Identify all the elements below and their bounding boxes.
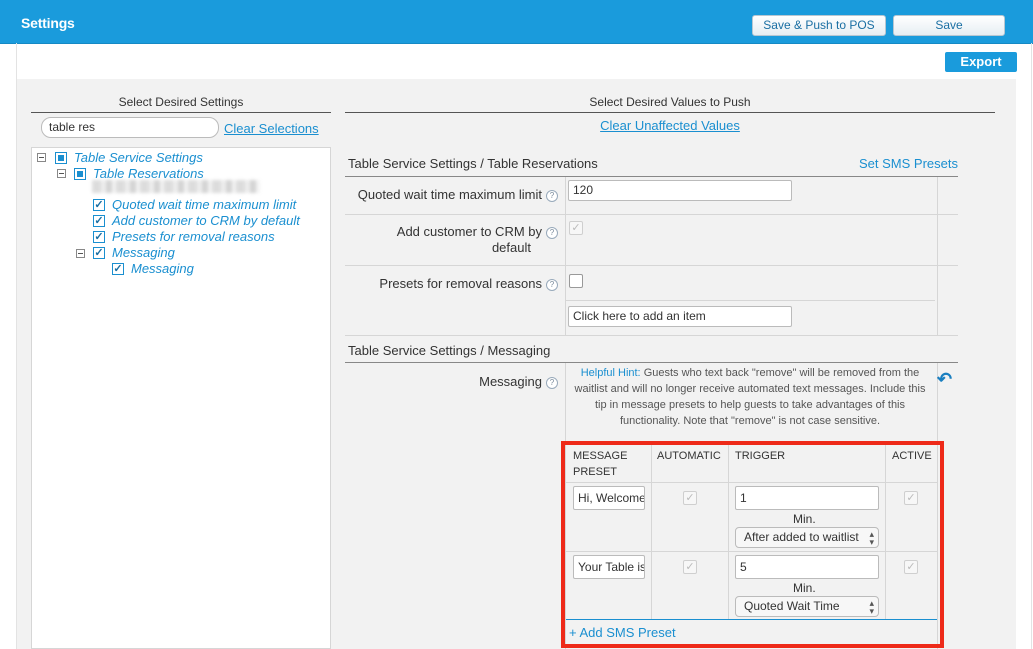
add-customer-crm-label: Add customer to CRM by? default (345, 224, 558, 256)
divider (345, 176, 958, 177)
export-button[interactable]: Export (945, 52, 1017, 72)
tree-item-quoted-wait[interactable]: Quoted wait time maximum limit (112, 197, 296, 212)
help-icon[interactable]: ? (546, 377, 558, 389)
column-header-automatic: AUTOMATIC (657, 450, 721, 462)
divider (566, 619, 937, 620)
divider (345, 335, 958, 336)
section-title-messaging: Table Service Settings / Messaging (348, 343, 551, 358)
trigger-value-input[interactable]: 5 (735, 555, 879, 579)
tree-item-table-service-settings[interactable]: Table Service Settings (74, 150, 203, 165)
section-title-reservations: Table Service Settings / Table Reservati… (348, 156, 598, 171)
tree-checkbox-checked[interactable]: ✓ (93, 247, 105, 259)
trigger-value-input[interactable]: 1 (735, 486, 879, 510)
column-header-active: ACTIVE (892, 450, 932, 462)
divider (566, 300, 935, 301)
save-and-push-button[interactable]: Save & Push to POS (752, 15, 886, 36)
messaging-label: Messaging? (345, 374, 558, 389)
active-checkbox[interactable]: ✓ (904, 491, 918, 505)
quoted-wait-input[interactable]: 120 (568, 180, 792, 201)
tree-checkbox-checked[interactable]: ✓ (93, 231, 105, 243)
divider (565, 363, 566, 649)
divider (566, 444, 937, 445)
help-icon[interactable]: ? (546, 279, 558, 291)
divider (651, 444, 652, 619)
presets-removal-label: Presets for removal reasons? (345, 276, 558, 291)
column-header-message-preset: MESSAGE PRESET (573, 450, 628, 478)
trigger-event-select[interactable]: After added to waitlist ▴ ▾ (735, 527, 879, 548)
set-sms-presets-link[interactable]: Set SMS Presets (859, 156, 958, 171)
redacted-tree-item (92, 180, 260, 193)
select-arrows-icon: ▴ ▾ (869, 598, 874, 616)
automatic-checkbox[interactable]: ✓ (683, 491, 697, 505)
divider (345, 214, 958, 215)
divider (566, 551, 937, 552)
divider (937, 177, 938, 335)
divider (345, 265, 958, 266)
message-preset-input[interactable]: Hi, Welcome (573, 486, 645, 510)
collapse-icon[interactable] (37, 153, 46, 162)
tree-checkbox-checked[interactable]: ✓ (112, 263, 124, 275)
trigger-unit: Min. (793, 581, 816, 595)
automatic-checkbox[interactable]: ✓ (683, 560, 697, 574)
quoted-wait-label: Quoted wait time maximum limit? (345, 187, 558, 202)
page-title: Settings (21, 15, 75, 31)
tree-checkbox-partial[interactable] (74, 168, 86, 180)
helpful-hint: Helpful Hint: Guests who text back "remo… (569, 365, 931, 429)
left-column-heading: Select Desired Settings (118, 95, 244, 109)
right-column-heading: Select Desired Values to Push (589, 95, 751, 109)
divider (728, 444, 729, 619)
divider (31, 112, 331, 113)
active-checkbox[interactable]: ✓ (904, 560, 918, 574)
help-icon[interactable]: ? (546, 190, 558, 202)
collapse-icon[interactable] (76, 249, 85, 258)
top-bar: Settings Save & Push to POS Save (0, 0, 1033, 44)
divider (345, 112, 995, 113)
help-icon[interactable]: ? (546, 227, 558, 239)
tree-checkbox-checked[interactable]: ✓ (93, 199, 105, 211)
presets-removal-checkbox[interactable] (569, 274, 583, 288)
message-preset-input[interactable]: Your Table is (573, 555, 645, 579)
undo-icon[interactable]: ↶ (937, 369, 952, 390)
search-input[interactable]: table res (41, 117, 219, 138)
column-header-trigger: TRIGGER (735, 450, 786, 462)
select-arrows-icon: ▴ ▾ (869, 529, 874, 547)
trigger-event-select[interactable]: Quoted Wait Time ▴ ▾ (735, 596, 879, 617)
add-customer-crm-checkbox[interactable]: ✓ (569, 221, 583, 235)
hint-label: Helpful Hint: (580, 367, 641, 379)
tree-item-add-customer-crm[interactable]: Add customer to CRM by default (112, 213, 300, 228)
tree-item-messaging[interactable]: Messaging (131, 261, 194, 276)
save-button[interactable]: Save (893, 15, 1005, 36)
divider (885, 444, 886, 619)
divider (565, 177, 566, 335)
divider (937, 363, 938, 649)
tree-item-table-reservations[interactable]: Table Reservations (93, 166, 204, 181)
add-item-input[interactable]: Click here to add an item (568, 306, 792, 327)
tree-checkbox-partial[interactable] (55, 152, 67, 164)
clear-selections-link[interactable]: Clear Selections (224, 121, 319, 136)
collapse-icon[interactable] (57, 169, 66, 178)
divider (566, 482, 937, 483)
clear-unaffected-link[interactable]: Clear Unaffected Values (345, 118, 995, 133)
tree-item-presets-removal[interactable]: Presets for removal reasons (112, 229, 275, 244)
trigger-unit: Min. (793, 512, 816, 526)
add-sms-preset-button[interactable]: + Add SMS Preset (569, 625, 676, 640)
tree-item-messaging-group[interactable]: Messaging (112, 245, 175, 260)
tree-checkbox-checked[interactable]: ✓ (93, 215, 105, 227)
divider (345, 362, 958, 363)
